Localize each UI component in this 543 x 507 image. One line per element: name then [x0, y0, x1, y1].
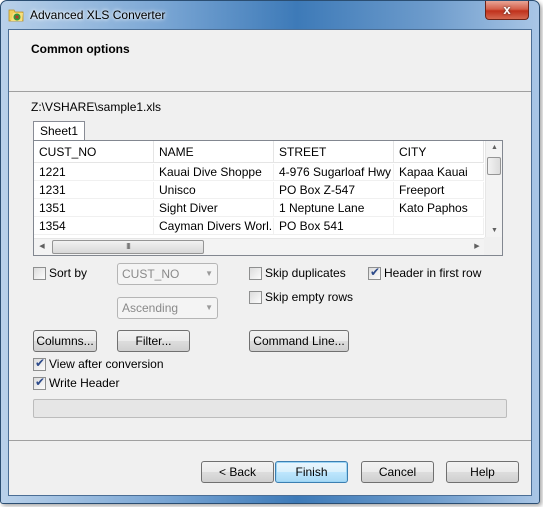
table-row[interactable]: 1351 Sight Diver 1 Neptune Lane Kato Pap…: [34, 200, 484, 217]
cell: 1231: [34, 182, 154, 198]
checkbox-box[interactable]: [249, 266, 262, 280]
tab-label: Sheet1: [40, 124, 79, 138]
cell: [394, 218, 484, 234]
command-line-button[interactable]: Command Line...: [249, 330, 349, 352]
wizard-header: Common options: [9, 30, 531, 92]
column-header-city[interactable]: CITY: [394, 141, 484, 162]
folder-xls-icon: [8, 9, 24, 22]
header-in-first-row-label: Header in first row: [384, 266, 482, 280]
sort-order-select[interactable]: Ascending ▼: [117, 297, 218, 319]
data-preview-grid[interactable]: CUST_NO NAME STREET CITY 1221 Kauai Dive…: [33, 140, 503, 256]
help-button[interactable]: Help: [446, 461, 519, 483]
column-header-cust-no[interactable]: CUST_NO: [34, 141, 154, 162]
cell: PO Box 541: [274, 218, 394, 234]
view-after-conversion-label: View after conversion: [49, 357, 164, 371]
footer-divider: [9, 440, 531, 441]
scroll-down-icon[interactable]: ▼: [486, 224, 502, 238]
scrollbar-corner: [484, 237, 502, 255]
tab-sheet1[interactable]: Sheet1: [33, 121, 86, 140]
skip-empty-rows-checkbox[interactable]: Skip empty rows: [249, 290, 353, 304]
sort-by-checkbox[interactable]: Sort by: [33, 266, 87, 280]
vertical-scrollbar[interactable]: ▲ ▼: [485, 141, 502, 238]
skip-duplicates-checkbox[interactable]: Skip duplicates: [249, 266, 346, 280]
table-row[interactable]: 1231 Unisco PO Box Z-547 Freeport: [34, 182, 484, 199]
sort-field-select[interactable]: CUST_NO ▼: [117, 263, 218, 285]
finish-button[interactable]: Finish: [275, 461, 348, 483]
filter-button[interactable]: Filter...: [117, 330, 190, 352]
vertical-scroll-thumb[interactable]: [487, 157, 501, 175]
cell: Sight Diver: [154, 200, 274, 216]
chevron-down-icon: ▼: [205, 269, 213, 278]
cell: 4-976 Sugarloaf Hwy: [274, 164, 394, 180]
cell: 1 Neptune Lane: [274, 200, 394, 216]
column-header-street[interactable]: STREET: [274, 141, 394, 162]
title-bar[interactable]: Advanced XLS Converter x: [1, 1, 539, 29]
cell: Cayman Divers Worl...: [154, 218, 274, 234]
table-row[interactable]: 1354 Cayman Divers Worl... PO Box 541: [34, 218, 484, 235]
checkbox-checked-icon[interactable]: [33, 356, 46, 371]
header-in-first-row-checkbox[interactable]: Header in first row: [368, 265, 482, 280]
table-row[interactable]: 1221 Kauai Dive Shoppe 4-976 Sugarloaf H…: [34, 164, 484, 181]
cell: Freeport: [394, 182, 484, 198]
chevron-down-icon: ▼: [205, 303, 213, 312]
page-title: Common options: [31, 42, 130, 56]
sort-field-value: CUST_NO: [122, 267, 180, 281]
checkbox-box[interactable]: [249, 290, 262, 304]
cell: Kauai Dive Shoppe: [154, 164, 274, 180]
close-icon: x: [503, 2, 511, 17]
skip-duplicates-label: Skip duplicates: [265, 266, 346, 280]
scroll-up-icon[interactable]: ▲: [486, 141, 502, 155]
sort-by-label: Sort by: [49, 266, 88, 280]
conversion-progress-bar: [33, 399, 507, 418]
cancel-button[interactable]: Cancel: [361, 461, 434, 483]
scroll-left-icon[interactable]: ◀: [34, 239, 50, 255]
checkbox-checked-icon[interactable]: [368, 265, 381, 280]
checkbox-checked-icon[interactable]: [33, 375, 46, 390]
cell: 1354: [34, 218, 154, 234]
close-button[interactable]: x: [485, 1, 529, 20]
horizontal-scroll-thumb[interactable]: III: [52, 240, 204, 254]
grid-header-row: CUST_NO NAME STREET CITY: [34, 141, 484, 163]
sort-order-value: Ascending: [122, 301, 179, 315]
cell: PO Box Z-547: [274, 182, 394, 198]
file-path-label: Z:\VSHARE\sample1.xls: [31, 100, 162, 114]
write-header-label: Write Header: [49, 376, 120, 390]
cell: 1351: [34, 200, 154, 216]
window-title: Advanced XLS Converter: [30, 8, 166, 22]
cell: Kapaa Kauai: [394, 164, 484, 180]
dialog-client-area: Common options Z:\VSHARE\sample1.xls She…: [8, 29, 532, 496]
skip-empty-rows-label: Skip empty rows: [265, 290, 354, 304]
view-after-conversion-checkbox[interactable]: View after conversion: [33, 356, 164, 371]
back-button[interactable]: < Back: [201, 461, 274, 483]
columns-button[interactable]: Columns...: [33, 330, 97, 352]
write-header-checkbox[interactable]: Write Header: [33, 375, 120, 390]
app-window: Advanced XLS Converter x Common options …: [0, 0, 540, 504]
scroll-right-icon[interactable]: ▶: [469, 239, 485, 255]
cell: 1221: [34, 164, 154, 180]
cell: Kato Paphos: [394, 200, 484, 216]
cell: Unisco: [154, 182, 274, 198]
checkbox-box[interactable]: [33, 266, 46, 280]
horizontal-scrollbar[interactable]: ◀ III ▶: [34, 238, 485, 255]
column-header-name[interactable]: NAME: [154, 141, 274, 162]
